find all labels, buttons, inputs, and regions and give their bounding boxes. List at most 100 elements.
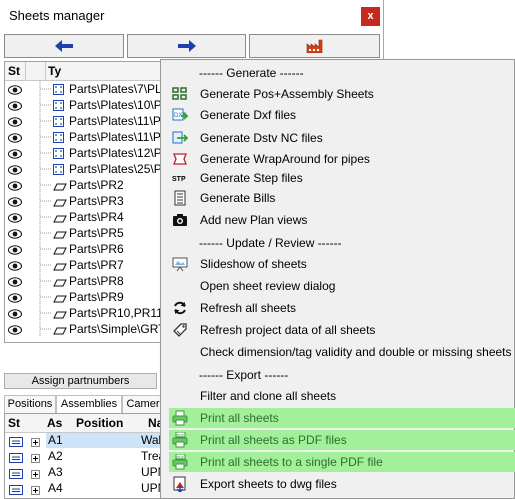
menu-item-print-all-sheets[interactable]: Print all sheets <box>169 408 515 428</box>
svg-text:PDF: PDF <box>177 455 185 459</box>
sheet-icon[interactable] <box>9 452 23 466</box>
sheet-icon[interactable] <box>9 468 23 482</box>
eye-icon[interactable] <box>8 212 22 226</box>
eye-icon[interactable] <box>8 180 22 194</box>
assign-partnumbers-button[interactable]: Assign partnumbers <box>4 373 157 389</box>
profile-icon <box>53 228 67 242</box>
assembly-id: A4 <box>48 481 63 495</box>
profile-icon <box>53 212 67 226</box>
menu-item-print-all-sheets-to-a-single-pdf-file[interactable]: PDF Print all sheets to a single PDF file <box>169 452 515 472</box>
tag-icon <box>172 322 188 338</box>
back-button[interactable] <box>4 34 124 58</box>
menu-item-label: Generate Pos+Assembly Sheets <box>200 87 374 101</box>
eye-icon[interactable] <box>8 116 22 130</box>
eye-icon[interactable] <box>8 276 22 290</box>
menu-item-print-all-sheets-as-pdf-files[interactable]: PDF Print all sheets as PDF files <box>169 430 515 450</box>
eye-icon[interactable] <box>8 244 22 258</box>
sheet-path: Parts\PR4 <box>69 210 124 224</box>
tab-assemblies[interactable]: Assemblies <box>56 395 122 414</box>
bill-icon <box>172 190 188 206</box>
menu-item-label: Refresh project data of all sheets <box>200 323 376 337</box>
wrap-icon <box>172 151 188 167</box>
eye-icon[interactable] <box>8 100 22 114</box>
eye-icon[interactable] <box>8 292 22 306</box>
close-button[interactable]: x <box>361 7 380 26</box>
column-header-status[interactable]: St <box>8 416 20 430</box>
sheet-path: Parts\PR9 <box>69 290 124 304</box>
menu-item-refresh-project-data-of-all-sheets[interactable]: Refresh project data of all sheets <box>169 320 515 340</box>
menu-item-label: Generate Step files <box>200 171 303 185</box>
sheet-path: Parts\PR5 <box>69 226 124 240</box>
column-header-status[interactable]: St <box>8 64 20 78</box>
eye-icon[interactable] <box>8 260 22 274</box>
menu-item-generate-dstv-nc-files[interactable]: Generate Dstv NC files <box>169 128 515 148</box>
menu-item-slideshow-of-sheets[interactable]: Slideshow of sheets <box>169 254 515 274</box>
menu-item-filter-and-clone-all-sheets[interactable]: Filter and clone all sheets <box>169 386 515 406</box>
sheet-path: Parts\PR3 <box>69 194 124 208</box>
sheet-path: Parts\Plates\25\PL <box>69 162 169 176</box>
menu-item-open-sheet-review-dialog[interactable]: Open sheet review dialog <box>169 276 515 296</box>
menu-item-label: Check dimension/tag validity and double … <box>200 345 512 359</box>
sheet-path: Parts\Plates\7\PL5 <box>69 82 169 96</box>
column-header-type[interactable]: Ty <box>48 64 61 78</box>
menu-item-check-dimension-tag-validity-and-double-or-missing-sheets[interactable]: Check dimension/tag validity and double … <box>169 342 515 362</box>
sheet-icon[interactable] <box>9 436 23 450</box>
svg-text:PDF: PDF <box>177 433 185 437</box>
menu-item-refresh-all-sheets[interactable]: Refresh all sheets <box>169 298 515 318</box>
eye-icon[interactable] <box>8 132 22 146</box>
menu-item-generate-pos-assembly-sheets[interactable]: Generate Pos+Assembly Sheets <box>169 84 515 104</box>
plate-icon <box>53 148 64 162</box>
eye-icon[interactable] <box>8 308 22 322</box>
menu-item-generate-dxf-files[interactable]: DXF Generate Dxf files <box>169 105 515 125</box>
menu-item-export-sheets-to-dwg-files[interactable]: Export sheets to dwg files <box>169 474 515 494</box>
assembly-id: A3 <box>48 465 63 479</box>
menu-item-label: Print all sheets as PDF files <box>200 433 347 447</box>
export-header: ------ Export ------ <box>199 368 289 382</box>
eye-icon[interactable] <box>8 148 22 162</box>
forward-button[interactable] <box>127 34 246 58</box>
menu-item-generate-step-files[interactable]: STP Generate Step files <box>169 168 515 188</box>
factory-icon <box>306 39 322 53</box>
menu-item-generate-bills[interactable]: Generate Bills <box>169 188 515 208</box>
menu-item-add-new-plan-views[interactable]: Add new Plan views <box>169 210 515 230</box>
generate-header: ------ Generate ------ <box>199 66 304 80</box>
expand-icon[interactable] <box>31 468 40 482</box>
assembly-row[interactable]: A1 Wall <box>5 433 163 450</box>
context-menu: ------ Generate ------ Generate Pos+Assem… <box>160 59 515 499</box>
factory-button[interactable] <box>249 34 380 58</box>
eye-icon[interactable] <box>8 324 22 338</box>
tab-camera[interactable]: Camer <box>122 395 164 413</box>
menu-item-label: Open sheet review dialog <box>200 279 336 293</box>
sheet-icon[interactable] <box>9 484 23 498</box>
menu-item-label: Filter and clone all sheets <box>200 389 337 403</box>
sheet-path: Parts\PR2 <box>69 178 124 192</box>
tab-positions[interactable]: Positions <box>4 395 56 413</box>
eye-icon[interactable] <box>8 228 22 242</box>
nc-icon <box>172 130 190 146</box>
column-header-position[interactable]: Position <box>76 416 123 430</box>
assembly-row[interactable]: A3 UPN <box>5 465 163 482</box>
sheet-path: Parts\PR8 <box>69 274 124 288</box>
plate-icon <box>53 84 64 98</box>
menu-item-label: Slideshow of sheets <box>200 257 307 271</box>
menu-item-label: Generate WrapAround for pipes <box>200 152 370 166</box>
column-header-assembly[interactable]: As <box>47 416 62 430</box>
assemblies-header: St As Position Na <box>5 414 163 433</box>
eye-icon[interactable] <box>8 196 22 210</box>
expand-icon[interactable] <box>31 436 40 450</box>
assembly-row[interactable]: A4 UPN <box>5 481 163 498</box>
assembly-row[interactable]: A2 Trea <box>5 449 163 466</box>
sheet-path: Parts\Plates\12\PL <box>69 146 169 160</box>
expand-icon[interactable] <box>31 484 40 498</box>
plate-icon <box>53 132 64 146</box>
update-header: ------ Update / Review ------ <box>199 236 342 250</box>
menu-item-label: Generate Bills <box>200 191 276 205</box>
arrow-left-icon <box>55 40 73 52</box>
sheet-path: Parts\PR6 <box>69 242 124 256</box>
menu-item-generate-wraparound-for-pipes[interactable]: Generate WrapAround for pipes <box>169 149 515 169</box>
eye-icon[interactable] <box>8 164 22 178</box>
expand-icon[interactable] <box>31 452 40 466</box>
eye-icon[interactable] <box>8 84 22 98</box>
menu-item-label: Generate Dstv NC files <box>200 131 323 145</box>
sheet-path: Parts\Plates\11\PL <box>69 130 168 144</box>
